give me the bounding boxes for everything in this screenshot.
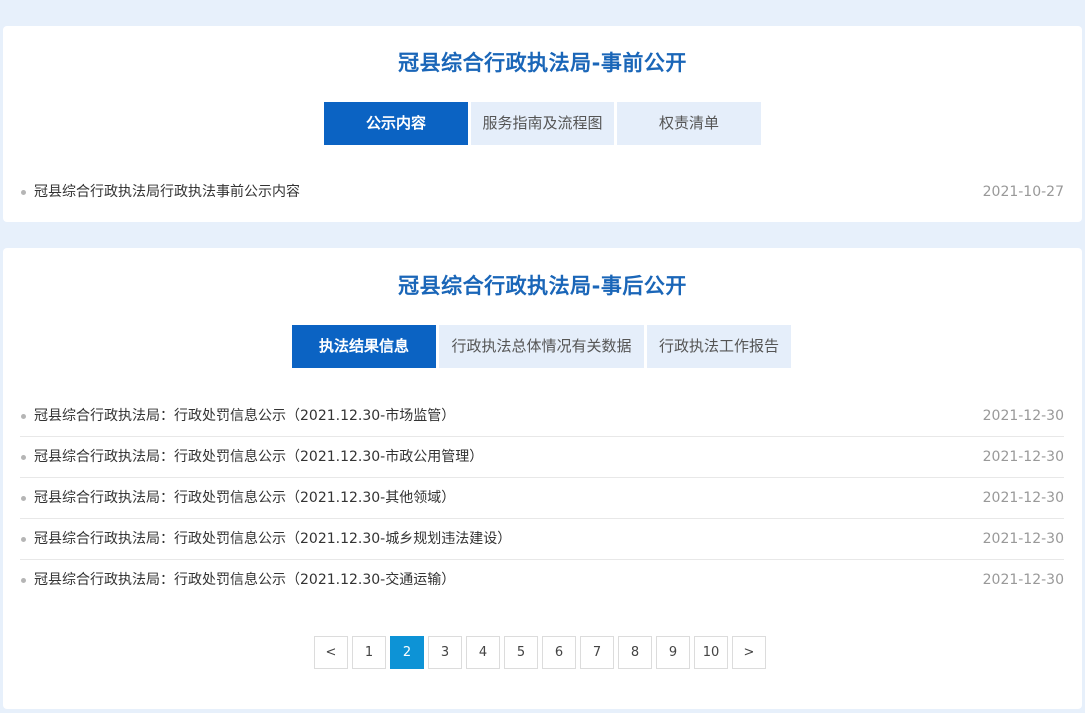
pre-disclosure-title: 冠县综合行政执法局-事前公开 [398, 51, 687, 75]
list-item: 冠县综合行政执法局：行政处罚信息公示（2021.12.30-市场监管） 2021… [20, 396, 1064, 437]
list-item-link[interactable]: 冠县综合行政执法局：行政处罚信息公示（2021.12.30-市场监管） [20, 396, 455, 436]
bullet-dot-icon [21, 454, 26, 460]
list-item-date: 2021-12-30 [982, 490, 1064, 506]
page-button-8[interactable]: 8 [618, 636, 652, 669]
bullet-dot-icon [21, 536, 26, 542]
list-item-link[interactable]: 冠县综合行政执法局：行政处罚信息公示（2021.12.30-城乡规划违法建设） [20, 519, 511, 559]
bullet-dot-icon [21, 577, 26, 583]
post-disclosure-tabs: 执法结果信息 行政执法总体情况有关数据 行政执法工作报告 [292, 325, 791, 368]
pre-disclosure-tabs: 公示内容 服务指南及流程图 权责清单 [324, 102, 761, 145]
list-item-title: 冠县综合行政执法局：行政处罚信息公示（2021.12.30-市场监管） [34, 408, 456, 424]
list-item: 冠县综合行政执法局：行政处罚信息公示（2021.12.30-城乡规划违法建设） … [20, 519, 1064, 560]
page-button-9[interactable]: 9 [656, 636, 690, 669]
page-button-5[interactable]: 5 [504, 636, 538, 669]
post-disclosure-panel: 冠县综合行政执法局-事后公开 执法结果信息 行政执法总体情况有关数据 行政执法工… [3, 248, 1082, 709]
list-item-title: 冠县综合行政执法局：行政处罚信息公示（2021.12.30-市政公用管理） [34, 449, 484, 465]
list-item-link[interactable]: 冠县综合行政执法局：行政处罚信息公示（2021.12.30-交通运输） [20, 560, 455, 600]
next-page-button[interactable]: > [732, 636, 766, 669]
tab-enforcement-report[interactable]: 行政执法工作报告 [647, 325, 791, 368]
list-item-link[interactable]: 冠县综合行政执法局行政执法事前公示内容 [20, 172, 300, 212]
page-button-7[interactable]: 7 [580, 636, 614, 669]
page-button-6[interactable]: 6 [542, 636, 576, 669]
page-button-4[interactable]: 4 [466, 636, 500, 669]
pagination: < 1 2 3 4 5 6 7 8 9 10 > [314, 636, 766, 669]
list-item-title: 冠县综合行政执法局：行政处罚信息公示（2021.12.30-城乡规划违法建设） [34, 531, 512, 547]
tab-enforcement-results[interactable]: 执法结果信息 [292, 325, 436, 368]
list-item-date: 2021-12-30 [982, 408, 1064, 424]
page-button-1[interactable]: 1 [352, 636, 386, 669]
tab-responsibility-list[interactable]: 权责清单 [617, 102, 761, 145]
tab-enforcement-statistics[interactable]: 行政执法总体情况有关数据 [439, 325, 644, 368]
list-item: 冠县综合行政执法局：行政处罚信息公示（2021.12.30-市政公用管理） 20… [20, 437, 1064, 478]
page-button-2-current[interactable]: 2 [390, 636, 424, 669]
list-item-link[interactable]: 冠县综合行政执法局：行政处罚信息公示（2021.12.30-市政公用管理） [20, 437, 483, 477]
list-item-title: 冠县综合行政执法局：行政处罚信息公示（2021.12.30-交通运输） [34, 572, 456, 588]
post-disclosure-list: 冠县综合行政执法局：行政处罚信息公示（2021.12.30-市场监管） 2021… [20, 396, 1064, 600]
tab-service-guide[interactable]: 服务指南及流程图 [471, 102, 614, 145]
list-item-date: 2021-12-30 [982, 531, 1064, 547]
prev-page-button[interactable]: < [314, 636, 348, 669]
post-disclosure-title: 冠县综合行政执法局-事后公开 [398, 274, 687, 298]
bullet-dot-icon [21, 413, 26, 419]
list-item-link[interactable]: 冠县综合行政执法局：行政处罚信息公示（2021.12.30-其他领域） [20, 478, 455, 518]
bullet-dot-icon [21, 495, 26, 501]
pre-disclosure-panel: 冠县综合行政执法局-事前公开 公示内容 服务指南及流程图 权责清单 冠县综合行政… [3, 26, 1082, 222]
page-button-10[interactable]: 10 [694, 636, 728, 669]
pre-disclosure-list: 冠县综合行政执法局行政执法事前公示内容 2021-10-27 [20, 172, 1064, 212]
tab-public-content[interactable]: 公示内容 [324, 102, 468, 145]
list-item: 冠县综合行政执法局：行政处罚信息公示（2021.12.30-交通运输） 2021… [20, 560, 1064, 600]
list-item: 冠县综合行政执法局行政执法事前公示内容 2021-10-27 [20, 172, 1064, 212]
bullet-dot-icon [21, 189, 26, 195]
page-button-3[interactable]: 3 [428, 636, 462, 669]
list-item: 冠县综合行政执法局：行政处罚信息公示（2021.12.30-其他领域） 2021… [20, 478, 1064, 519]
list-item-title: 冠县综合行政执法局：行政处罚信息公示（2021.12.30-其他领域） [34, 490, 456, 506]
list-item-date: 2021-10-27 [982, 184, 1064, 200]
list-item-date: 2021-12-30 [982, 449, 1064, 465]
list-item-title: 冠县综合行政执法局行政执法事前公示内容 [34, 184, 300, 200]
list-item-date: 2021-12-30 [982, 572, 1064, 588]
